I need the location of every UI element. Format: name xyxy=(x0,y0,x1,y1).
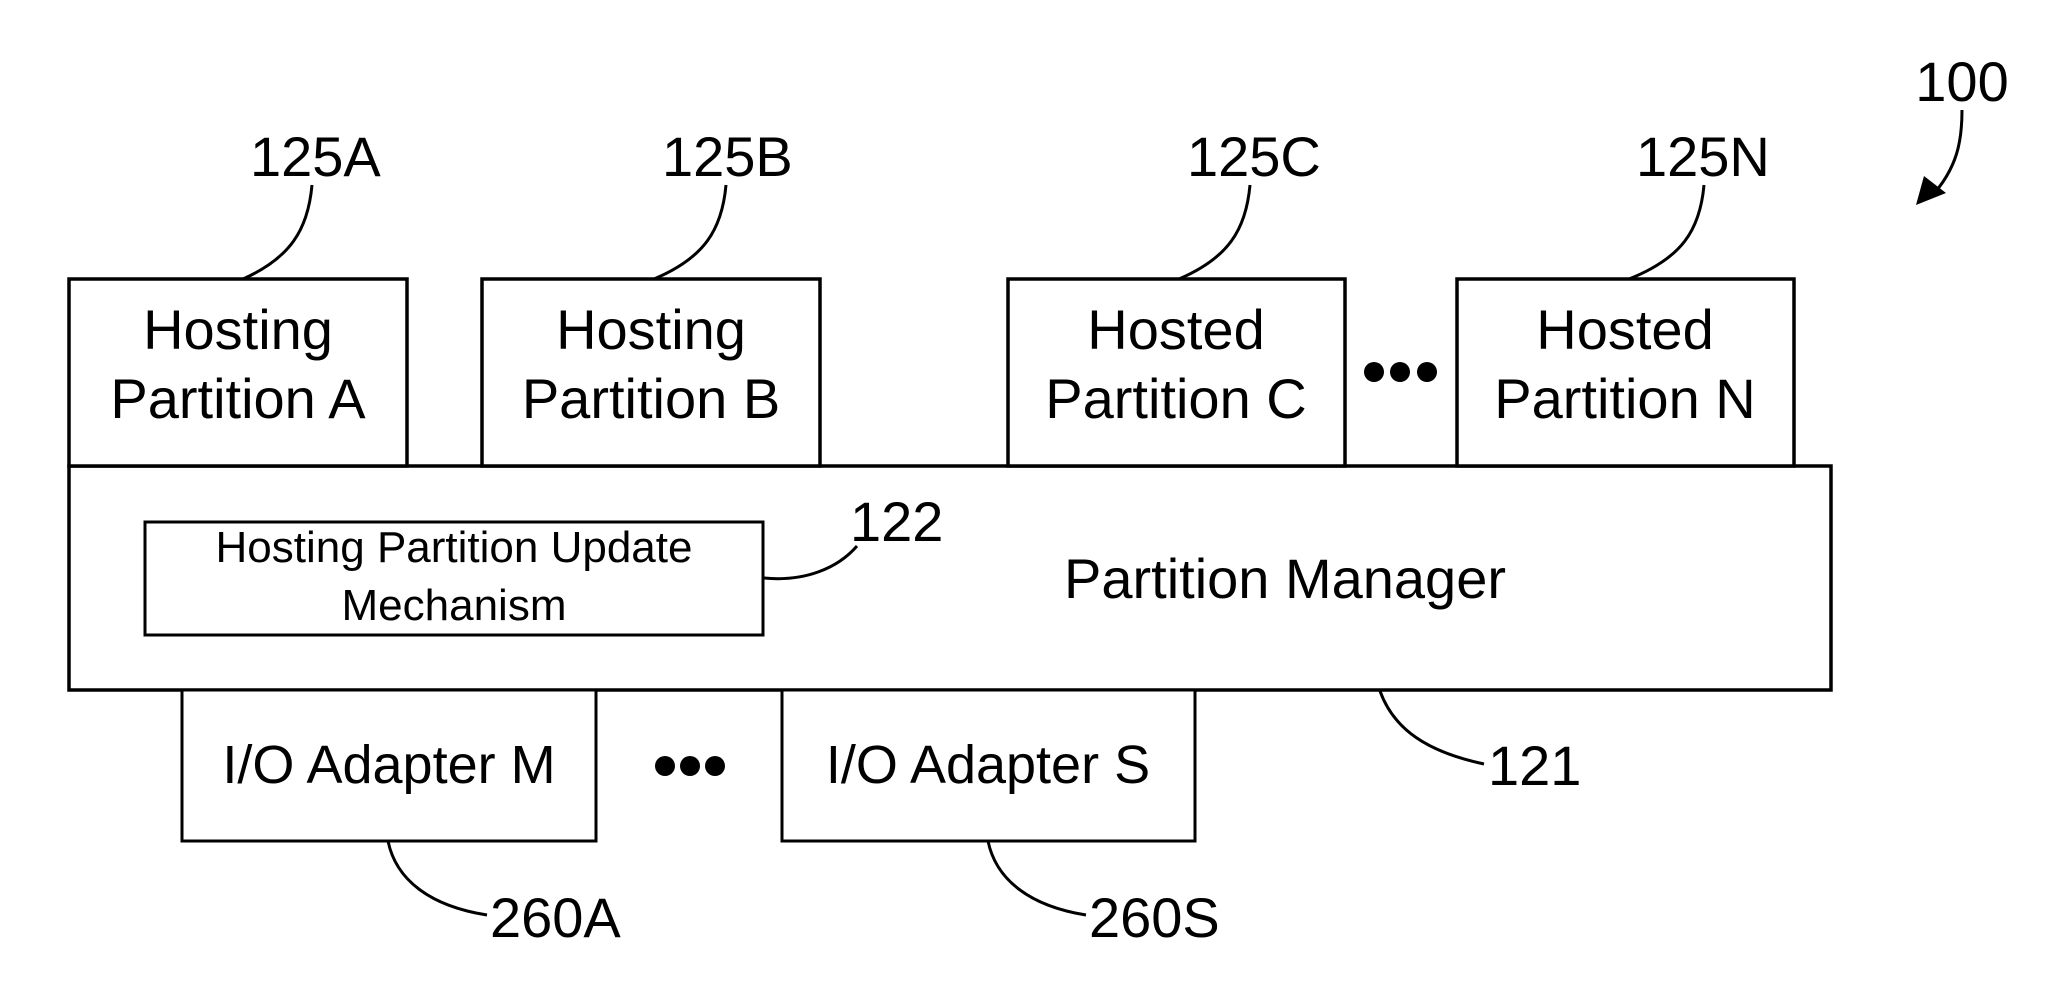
io-adapter-m: I/O Adapter M 260A xyxy=(180,688,621,949)
io-adapter-s: I/O Adapter S 260S xyxy=(780,688,1220,949)
partition-a: Hosting Partition A 125A xyxy=(67,125,409,468)
ellipsis-dot xyxy=(655,756,675,776)
io-adapter-m-label: I/O Adapter M xyxy=(222,735,555,795)
partition-n-label-line2: Partition N xyxy=(1494,367,1755,430)
partition-system-diagram: 100 Partition Manager Hosting Partition … xyxy=(67,50,2009,949)
figure-arrow-head-icon xyxy=(1916,176,1946,205)
partition-a-label-line2: Partition A xyxy=(110,367,366,430)
partition-n: Hosted Partition N 125N xyxy=(1455,125,1796,468)
ellipsis-dot xyxy=(1417,362,1437,382)
partition-b-label-line1: Hosting xyxy=(556,298,746,361)
partition-a-label-line1: Hosting xyxy=(143,298,333,361)
partition-b-leader xyxy=(653,184,728,281)
partition-manager-ref: 121 xyxy=(1488,734,1581,797)
partition-a-leader xyxy=(242,184,314,281)
update-mechanism-label-line2: Mechanism xyxy=(342,581,567,630)
figure-reference: 100 xyxy=(1915,50,2009,205)
ellipsis-dot xyxy=(705,756,725,776)
partition-c-leader xyxy=(1178,184,1252,281)
ellipsis-dot xyxy=(1390,362,1410,382)
partition-n-ref: 125N xyxy=(1636,125,1770,188)
partition-b: Hosting Partition B 125B xyxy=(480,125,822,468)
ellipsis-dot xyxy=(1364,362,1384,382)
io-adapter-m-leader xyxy=(386,840,488,917)
partition-c: Hosted Partition C 125C xyxy=(1006,125,1347,468)
ellipsis-dot xyxy=(680,756,700,776)
io-adapter-s-label: I/O Adapter S xyxy=(826,735,1150,795)
io-adapter-s-ref: 260S xyxy=(1089,886,1220,949)
partition-ellipsis-icon xyxy=(1364,362,1437,382)
partition-manager-label: Partition Manager xyxy=(1064,547,1506,610)
partition-b-ref: 125B xyxy=(662,125,793,188)
partition-a-ref: 125A xyxy=(250,125,381,188)
figure-ref-label: 100 xyxy=(1915,50,2008,113)
partition-c-label-line2: Partition C xyxy=(1045,367,1306,430)
update-mechanism-label-line1: Hosting Partition Update xyxy=(216,523,693,572)
update-mechanism-ref: 122 xyxy=(850,490,943,553)
partition-c-ref: 125C xyxy=(1187,125,1321,188)
partition-n-label-line1: Hosted xyxy=(1536,298,1713,361)
io-ellipsis-icon xyxy=(655,756,725,776)
partition-b-label-line2: Partition B xyxy=(522,367,780,430)
partition-n-leader xyxy=(1628,184,1706,281)
io-adapter-m-ref: 260A xyxy=(490,886,621,949)
partition-c-label-line1: Hosted xyxy=(1087,298,1264,361)
partition-manager-leader xyxy=(1378,690,1485,766)
io-adapter-s-leader xyxy=(986,840,1087,917)
